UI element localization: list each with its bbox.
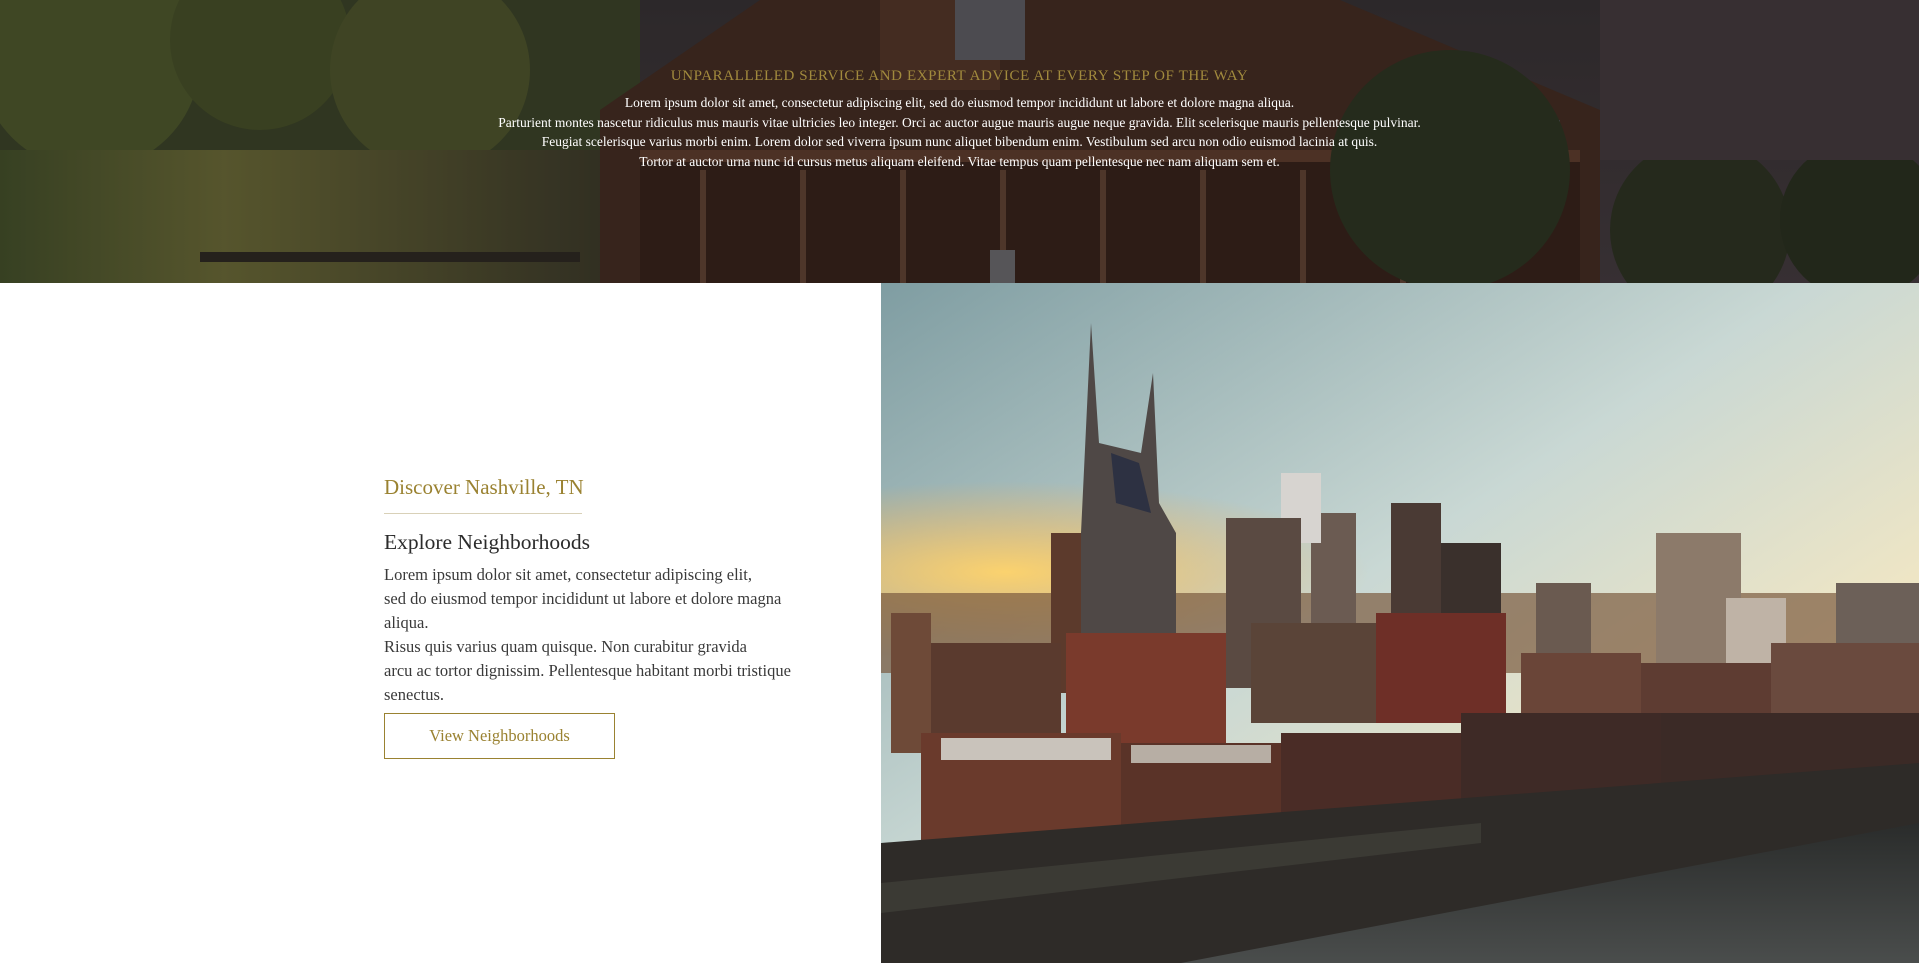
section-paragraph-2: Risus quis varius quam quisque. Non cura… xyxy=(384,635,844,707)
hero-line-2: Parturient montes nascetur ridiculus mus… xyxy=(498,114,1421,130)
hero-text: UNPARALLELED SERVICE AND EXPERT ADVICE A… xyxy=(0,68,1919,171)
neighborhoods-section: Discover Nashville, TN Explore Neighborh… xyxy=(0,283,881,963)
hero-line-1: Lorem ipsum dolor sit amet, consectetur … xyxy=(624,95,1295,110)
section-paragraph-1: Lorem ipsum dolor sit amet, consectetur … xyxy=(384,563,844,635)
neighborhoods-content: Discover Nashville, TN Explore Neighborh… xyxy=(384,475,844,759)
hero-line-3: Feugiat scelerisque varius morbi enim. L… xyxy=(541,134,1378,149)
view-neighborhoods-button[interactable]: View Neighborhoods xyxy=(384,713,615,759)
paragraph-1-line-2: sed do eiusmod tempor incididunt ut labo… xyxy=(384,589,782,608)
paragraph-1-line-3: aliqua. xyxy=(384,613,429,632)
hero-eyebrow: UNPARALLELED SERVICE AND EXPERT ADVICE A… xyxy=(670,68,1249,84)
paragraph-2-line-3: senectus. xyxy=(384,685,445,704)
paragraph-2-line-2: arcu ac tortor dignissim. Pellentesque h… xyxy=(384,661,791,680)
paragraph-2-line-1: Risus quis varius quam quisque. Non cura… xyxy=(384,637,747,656)
paragraph-1-line-1: Lorem ipsum dolor sit amet, consectetur … xyxy=(384,565,752,584)
section-heading: Explore Neighborhoods xyxy=(384,530,591,554)
section-subtitle: Discover Nashville, TN xyxy=(384,475,584,499)
skyline-illustration xyxy=(881,283,1919,963)
hero-line-4: Tortor at auctor urna nunc id cursus met… xyxy=(639,153,1280,169)
nashville-skyline-image xyxy=(881,283,1919,963)
hero-banner: UNPARALLELED SERVICE AND EXPERT ADVICE A… xyxy=(0,0,1919,283)
divider xyxy=(384,513,582,514)
